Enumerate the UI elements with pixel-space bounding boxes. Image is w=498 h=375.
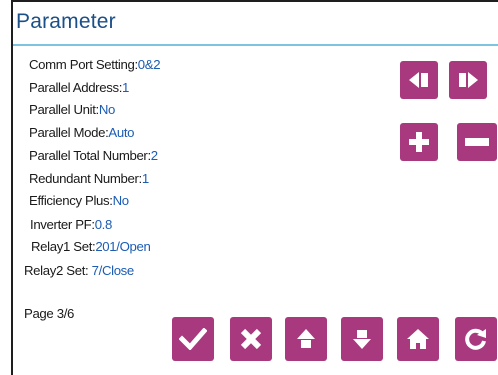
param-label: Parallel Address: [29,80,123,95]
param-value: No [112,193,130,208]
param-label: Parallel Total Number: [29,148,151,163]
param-value: Auto [108,125,135,140]
confirm-button[interactable] [172,317,214,361]
param-relay2: Relay2 Set: 7/Close [24,263,134,278]
param-label: Parallel Mode: [29,125,109,140]
param-label: Redundant Number: [29,171,142,186]
param-parallel-mode: Parallel Mode:Auto [29,125,134,140]
home-button[interactable] [397,317,439,361]
right-arrow-icon [459,72,478,88]
param-value: 1 [122,80,129,95]
param-label: Inverter PF: [30,217,95,232]
next-button[interactable] [449,61,487,99]
check-icon [179,328,207,350]
x-icon [240,328,262,350]
title-divider [13,44,498,46]
param-label: Relay1 Set: [31,239,96,254]
param-value: 0.8 [94,217,113,232]
param-efficiency-plus: Efficiency Plus:No [29,193,129,208]
left-arrow-icon [409,72,428,88]
param-inverter-pf: Inverter PF:0.8 [30,217,112,232]
minus-icon [465,138,489,146]
param-label: Parallel Unit: [29,102,99,117]
decrease-button[interactable] [457,123,497,161]
param-value: 0&2 [137,57,161,72]
param-label: Relay2 Set: [24,263,92,278]
param-comm-port: Comm Port Setting:0&2 [29,57,161,72]
param-parallel-unit: Parallel Unit:No [29,102,115,117]
param-label: Comm Port Setting: [29,57,138,72]
param-relay1: Relay1 Set:201/Open [31,239,151,254]
param-value: No [98,102,116,117]
param-value: 2 [150,148,158,163]
refresh-icon [465,328,486,350]
refresh-button[interactable] [455,317,497,361]
down-arrow-icon [353,330,371,349]
page-indicator: Page 3/6 [24,306,74,321]
down-button[interactable] [341,317,383,361]
param-parallel-address: Parallel Address:1 [29,80,129,95]
up-button[interactable] [285,317,327,361]
home-icon [407,329,429,349]
plus-icon [409,132,429,152]
prev-button[interactable] [400,61,438,99]
param-label: Efficiency Plus: [29,193,113,208]
up-arrow-icon [297,329,315,348]
cancel-button[interactable] [230,317,272,361]
param-value: 201/Open [95,239,151,254]
param-value: 7/Close [91,263,135,278]
page-title: Parameter [16,10,116,33]
increase-button[interactable] [400,123,438,161]
param-redundant-number: Redundant Number:1 [29,171,149,186]
param-parallel-total: Parallel Total Number:2 [29,148,158,163]
param-value: 1 [141,171,149,186]
